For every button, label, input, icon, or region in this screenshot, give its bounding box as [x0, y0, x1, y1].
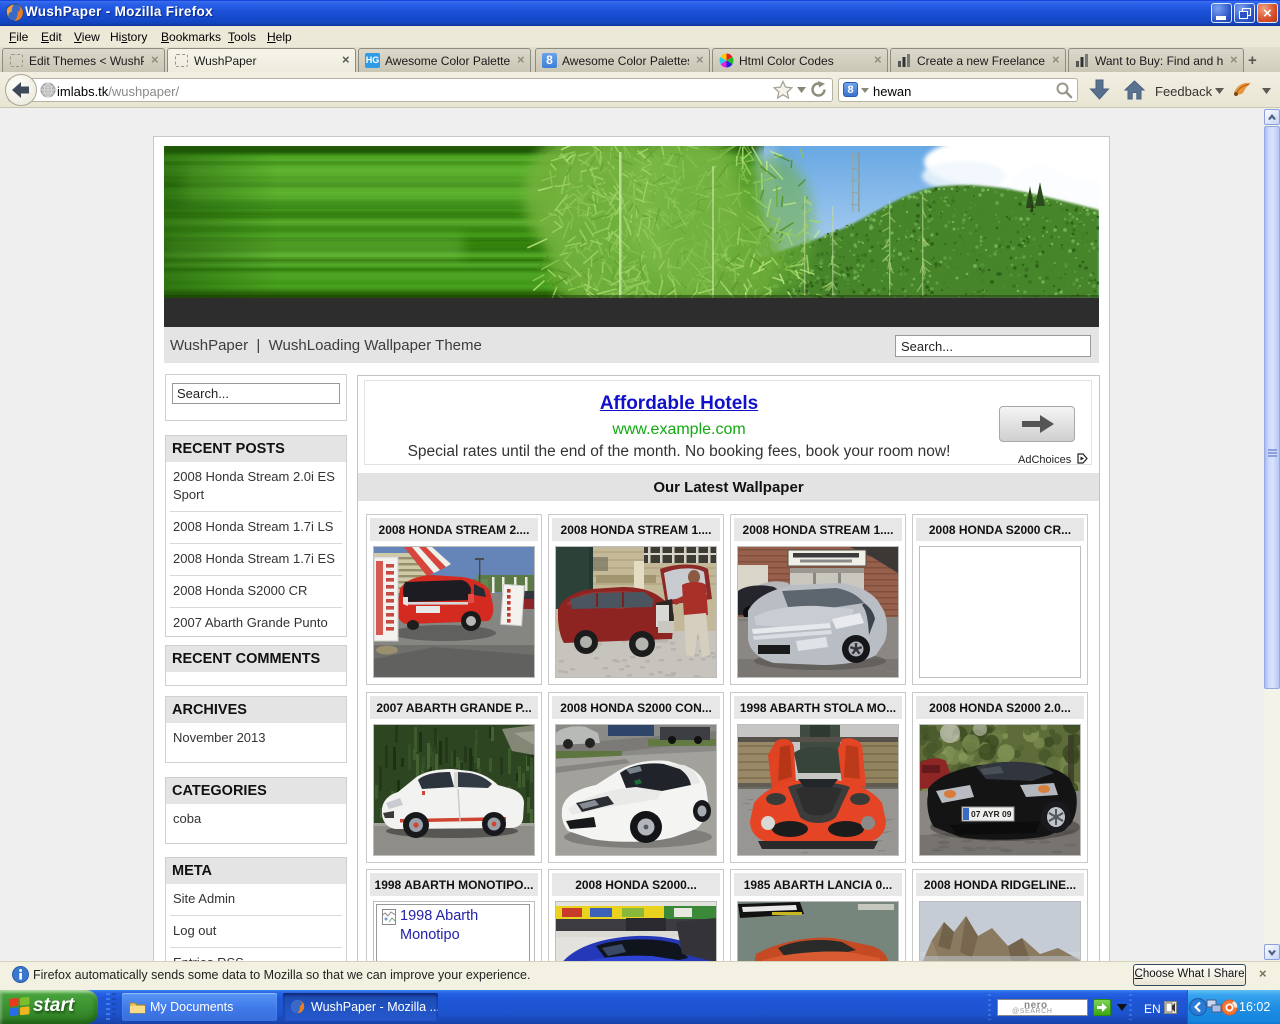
svg-text:07 AYR 09: 07 AYR 09	[971, 809, 1012, 819]
